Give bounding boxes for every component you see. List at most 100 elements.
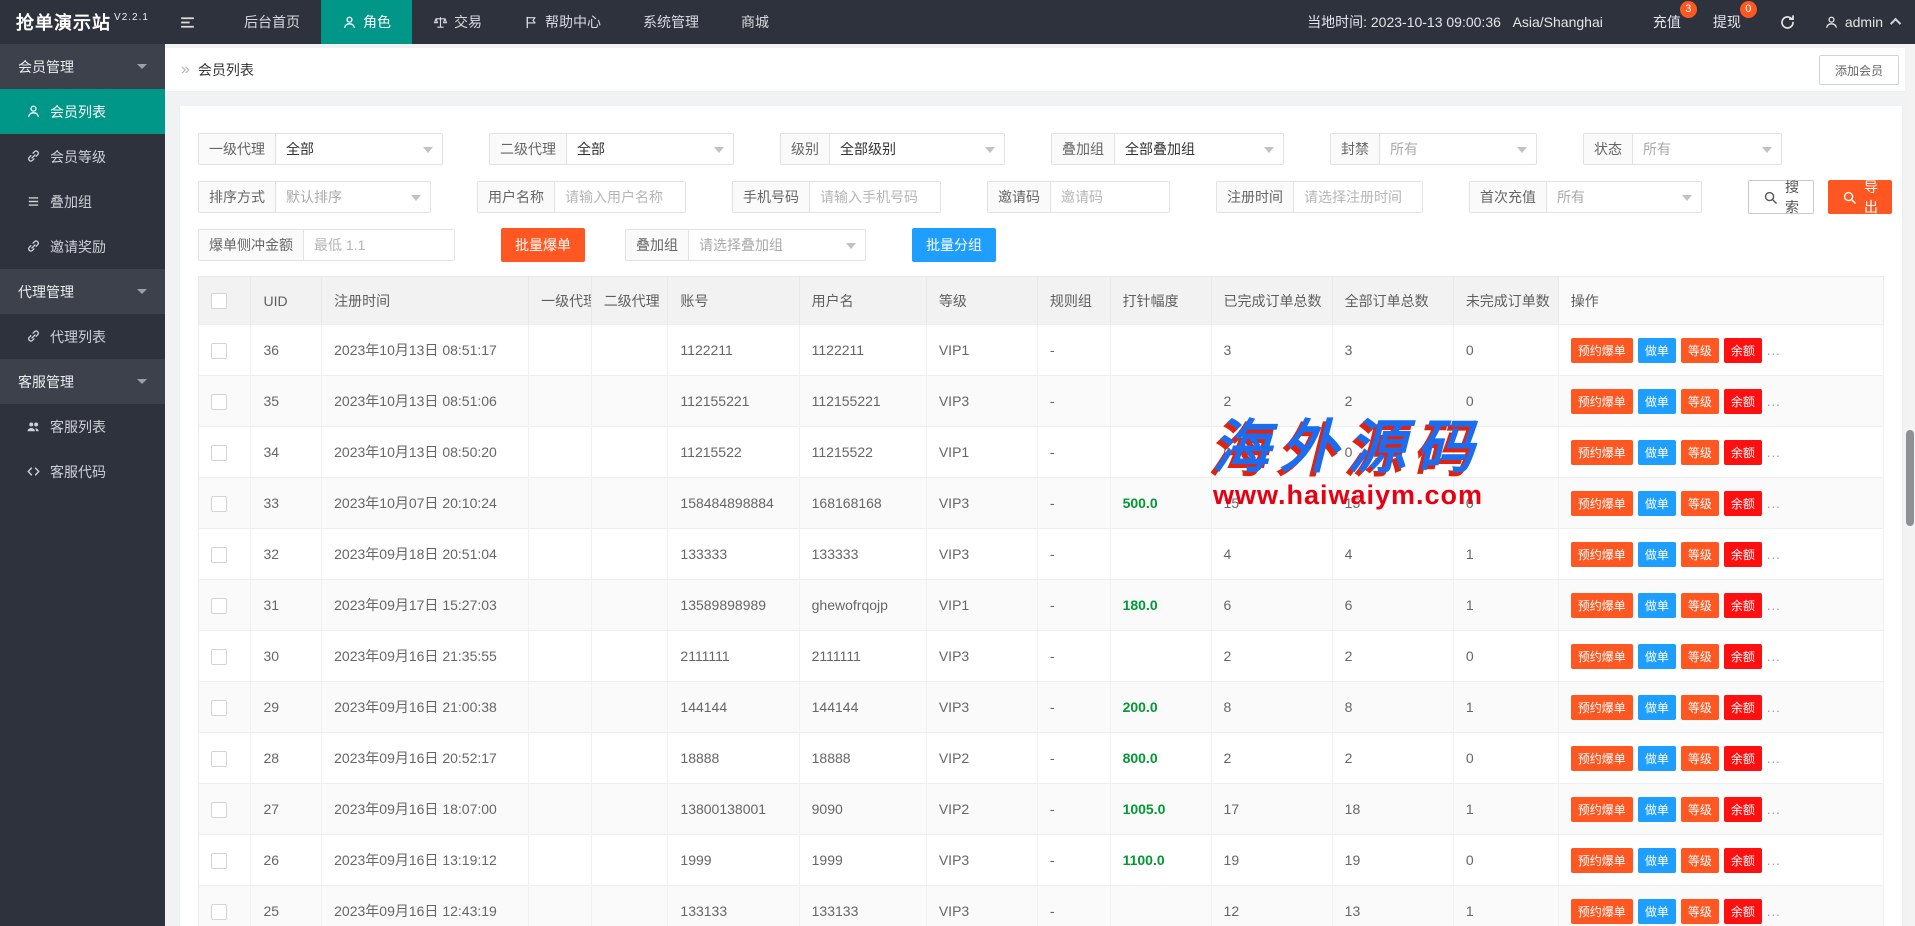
action-button-做单[interactable]: 做单 bbox=[1638, 389, 1676, 414]
action-button-预约爆单[interactable]: 预约爆单 bbox=[1571, 593, 1633, 618]
filter-input-注册时间[interactable] bbox=[1294, 182, 1422, 212]
action-button-等级[interactable]: 等级 bbox=[1681, 389, 1719, 414]
action-button-等级[interactable]: 等级 bbox=[1681, 542, 1719, 567]
sidebar-item-1-0[interactable]: 代理列表 bbox=[0, 314, 165, 359]
more-actions-button[interactable]: ... bbox=[1767, 802, 1781, 817]
sidebar-group-title-2[interactable]: 客服管理 bbox=[0, 359, 165, 404]
burst-amount-input[interactable] bbox=[304, 230, 454, 260]
action-button-做单[interactable]: 做单 bbox=[1638, 797, 1676, 822]
action-button-做单[interactable]: 做单 bbox=[1638, 440, 1676, 465]
scrollbar-thumb[interactable] bbox=[1906, 430, 1914, 526]
action-button-做单[interactable]: 做单 bbox=[1638, 644, 1676, 669]
more-actions-button[interactable]: ... bbox=[1767, 700, 1781, 715]
sidebar-item-2-1[interactable]: 客服代码 bbox=[0, 449, 165, 494]
action-button-等级[interactable]: 等级 bbox=[1681, 440, 1719, 465]
action-button-等级[interactable]: 等级 bbox=[1681, 491, 1719, 516]
more-actions-button[interactable]: ... bbox=[1767, 547, 1781, 562]
more-actions-button[interactable]: ... bbox=[1767, 853, 1781, 868]
batch-group-button[interactable]: 批量分组 bbox=[912, 228, 996, 262]
row-checkbox[interactable] bbox=[211, 853, 227, 869]
more-actions-button[interactable]: ... bbox=[1767, 751, 1781, 766]
recharge-link[interactable]: 充值 3 bbox=[1653, 12, 1681, 32]
top-menu-item-1[interactable]: 角色 bbox=[321, 0, 412, 44]
filter-select-封禁[interactable]: 所有 bbox=[1380, 134, 1536, 164]
more-actions-button[interactable]: ... bbox=[1767, 496, 1781, 511]
top-menu-item-5[interactable]: 商城 bbox=[720, 0, 790, 44]
top-menu-item-4[interactable]: 系统管理 bbox=[622, 0, 720, 44]
action-button-等级[interactable]: 等级 bbox=[1681, 797, 1719, 822]
action-button-余额[interactable]: 余额 bbox=[1724, 695, 1762, 720]
action-button-余额[interactable]: 余额 bbox=[1724, 491, 1762, 516]
action-button-余额[interactable]: 余额 bbox=[1724, 389, 1762, 414]
action-button-等级[interactable]: 等级 bbox=[1681, 644, 1719, 669]
action-button-预约爆单[interactable]: 预约爆单 bbox=[1571, 542, 1633, 567]
action-button-做单[interactable]: 做单 bbox=[1638, 899, 1676, 924]
filter-select-状态[interactable]: 所有 bbox=[1633, 134, 1781, 164]
more-actions-button[interactable]: ... bbox=[1767, 904, 1781, 919]
action-button-预约爆单[interactable]: 预约爆单 bbox=[1571, 389, 1633, 414]
filter-input-用户名称[interactable] bbox=[555, 182, 685, 212]
top-menu-item-2[interactable]: 交易 bbox=[412, 0, 503, 44]
row-checkbox[interactable] bbox=[211, 547, 227, 563]
sidebar-item-0-0[interactable]: 会员列表 bbox=[0, 89, 165, 134]
action-button-余额[interactable]: 余额 bbox=[1724, 542, 1762, 567]
filter-select-级别[interactable]: 全部级别 bbox=[830, 134, 1004, 164]
filter-select-首次充值[interactable]: 所有 bbox=[1547, 182, 1701, 212]
action-button-等级[interactable]: 等级 bbox=[1681, 695, 1719, 720]
export-button[interactable]: 导 出 bbox=[1828, 180, 1892, 214]
action-button-余额[interactable]: 余额 bbox=[1724, 848, 1762, 873]
action-button-预约爆单[interactable]: 预约爆单 bbox=[1571, 644, 1633, 669]
action-button-余额[interactable]: 余额 bbox=[1724, 797, 1762, 822]
action-button-预约爆单[interactable]: 预约爆单 bbox=[1571, 695, 1633, 720]
top-menu-item-0[interactable]: 后台首页 bbox=[223, 0, 321, 44]
row-checkbox[interactable] bbox=[211, 904, 227, 920]
action-button-等级[interactable]: 等级 bbox=[1681, 899, 1719, 924]
action-button-余额[interactable]: 余额 bbox=[1724, 338, 1762, 363]
action-button-做单[interactable]: 做单 bbox=[1638, 695, 1676, 720]
batch-group-select[interactable]: 请选择叠加组 bbox=[689, 230, 865, 260]
more-actions-button[interactable]: ... bbox=[1767, 394, 1781, 409]
row-checkbox[interactable] bbox=[211, 649, 227, 665]
sidebar-item-0-2[interactable]: 叠加组 bbox=[0, 179, 165, 224]
top-menu-item-3[interactable]: 帮助中心 bbox=[503, 0, 622, 44]
select-all-checkbox[interactable] bbox=[211, 293, 227, 309]
action-button-预约爆单[interactable]: 预约爆单 bbox=[1571, 440, 1633, 465]
row-checkbox[interactable] bbox=[211, 343, 227, 359]
filter-input-手机号码[interactable] bbox=[810, 182, 940, 212]
action-button-预约爆单[interactable]: 预约爆单 bbox=[1571, 338, 1633, 363]
withdraw-link[interactable]: 提现 0 bbox=[1713, 12, 1741, 32]
sidebar-group-title-1[interactable]: 代理管理 bbox=[0, 269, 165, 314]
row-checkbox[interactable] bbox=[211, 700, 227, 716]
filter-select-二级代理[interactable]: 全部 bbox=[567, 134, 733, 164]
action-button-余额[interactable]: 余额 bbox=[1724, 644, 1762, 669]
filter-input-邀请码[interactable] bbox=[1051, 182, 1169, 212]
row-checkbox[interactable] bbox=[211, 496, 227, 512]
filter-select-一级代理[interactable]: 全部 bbox=[276, 134, 442, 164]
add-member-button[interactable]: 添加会员 bbox=[1819, 55, 1899, 85]
action-button-做单[interactable]: 做单 bbox=[1638, 593, 1676, 618]
action-button-预约爆单[interactable]: 预约爆单 bbox=[1571, 746, 1633, 771]
sidebar-group-title-0[interactable]: 会员管理 bbox=[0, 44, 165, 89]
action-button-等级[interactable]: 等级 bbox=[1681, 338, 1719, 363]
action-button-余额[interactable]: 余额 bbox=[1724, 593, 1762, 618]
more-actions-button[interactable]: ... bbox=[1767, 445, 1781, 460]
action-button-余额[interactable]: 余额 bbox=[1724, 440, 1762, 465]
row-checkbox[interactable] bbox=[211, 598, 227, 614]
row-checkbox[interactable] bbox=[211, 751, 227, 767]
action-button-等级[interactable]: 等级 bbox=[1681, 848, 1719, 873]
admin-menu[interactable]: admin bbox=[1824, 14, 1901, 30]
action-button-做单[interactable]: 做单 bbox=[1638, 848, 1676, 873]
action-button-做单[interactable]: 做单 bbox=[1638, 746, 1676, 771]
hamburger-menu-icon[interactable] bbox=[165, 0, 209, 44]
action-button-预约爆单[interactable]: 预约爆单 bbox=[1571, 848, 1633, 873]
search-button[interactable]: 搜 索 bbox=[1748, 180, 1814, 214]
action-button-余额[interactable]: 余额 bbox=[1724, 899, 1762, 924]
more-actions-button[interactable]: ... bbox=[1767, 598, 1781, 613]
action-button-等级[interactable]: 等级 bbox=[1681, 746, 1719, 771]
refresh-icon[interactable] bbox=[1779, 14, 1796, 31]
more-actions-button[interactable]: ... bbox=[1767, 649, 1781, 664]
row-checkbox[interactable] bbox=[211, 394, 227, 410]
row-checkbox[interactable] bbox=[211, 802, 227, 818]
more-actions-button[interactable]: ... bbox=[1767, 343, 1781, 358]
action-button-预约爆单[interactable]: 预约爆单 bbox=[1571, 491, 1633, 516]
